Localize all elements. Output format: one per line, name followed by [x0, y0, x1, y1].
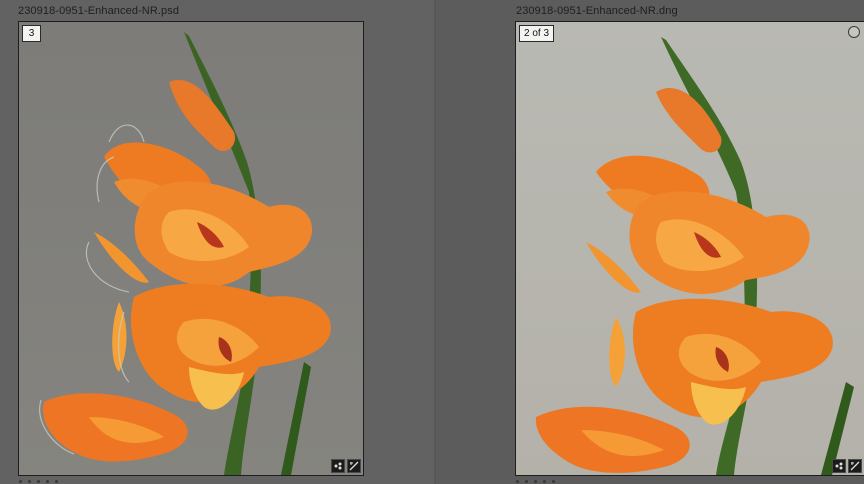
crop-icon[interactable]	[848, 459, 862, 473]
selection-circle-icon[interactable]	[848, 26, 860, 38]
gladiolus-image-left	[39, 32, 331, 475]
develop-settings-icon[interactable]	[331, 459, 345, 473]
left-photo-thumbnail[interactable]: 3	[18, 21, 364, 476]
left-filename: 230918-0951-Enhanced-NR.psd	[18, 5, 180, 17]
left-compare-pane: 230918-0951-Enhanced-NR.psd 3	[0, 0, 434, 484]
right-filename: 230918-0951-Enhanced-NR.dng	[516, 5, 678, 17]
rating-stars[interactable]	[19, 480, 58, 483]
stack-count-badge: 3	[22, 25, 41, 42]
stack-position-badge: 2 of 3	[519, 25, 555, 42]
thumbnail-badges	[832, 459, 862, 473]
crop-icon[interactable]	[347, 459, 361, 473]
develop-settings-icon[interactable]	[832, 459, 846, 473]
gladiolus-image-right	[535, 37, 854, 475]
thumbnail-badges	[331, 459, 361, 473]
right-photo-thumbnail[interactable]: 2 of 3	[515, 21, 864, 476]
right-compare-pane: 230918-0951-Enhanced-NR.dng 2 of 3	[436, 0, 864, 484]
rating-stars[interactable]	[516, 480, 555, 483]
